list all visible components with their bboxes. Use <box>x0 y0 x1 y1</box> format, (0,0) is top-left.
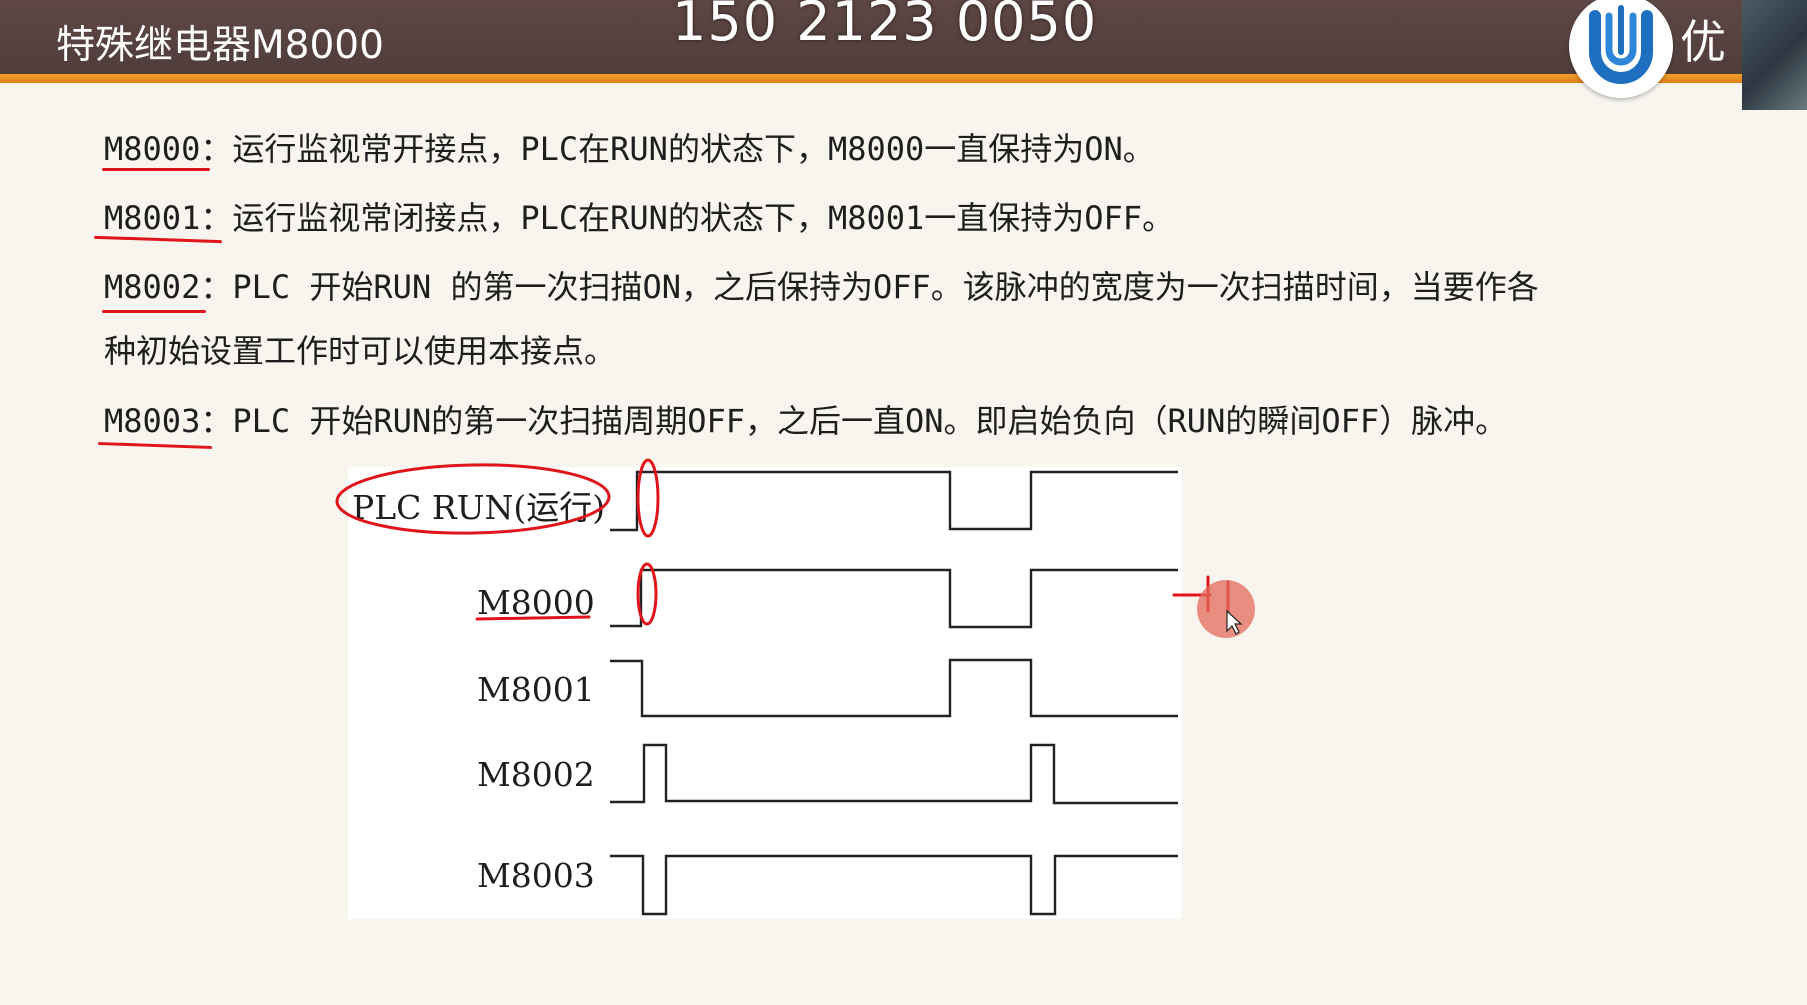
waveform-m8003 <box>610 854 1178 916</box>
annotation-circle-plc-run <box>335 463 611 535</box>
waveform-m8002 <box>610 743 1178 805</box>
waveform-m8000 <box>610 568 1178 629</box>
cursor-highlight <box>1197 580 1255 638</box>
waveform-plc-run <box>610 470 1178 532</box>
timing-waveforms <box>335 458 1255 916</box>
annotation-underline-m8000 <box>475 615 591 621</box>
slide: 特殊继电器M8000 150 2123 0050 优 M8000：运行监视常开接… <box>0 0 1807 1005</box>
waveform-m8001 <box>610 658 1178 718</box>
